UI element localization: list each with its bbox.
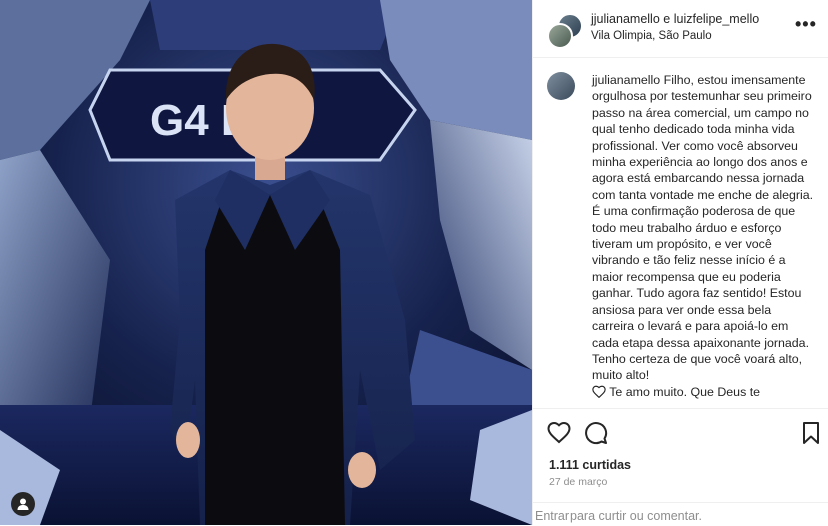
author-joiner: e [663, 12, 671, 26]
tagged-users-button[interactable] [11, 492, 35, 516]
author-link[interactable]: luizfelipe_mello [674, 12, 759, 26]
location-link[interactable]: Vila Olimpia, São Paulo [591, 30, 712, 42]
person-icon [17, 498, 29, 510]
login-link[interactable]: Entrar [535, 509, 569, 523]
likes-count[interactable]: 1.111 curtidas [549, 458, 631, 472]
like-heart-icon[interactable] [547, 421, 571, 445]
caption-area: jjulianamello Filho, estou imensamente o… [533, 58, 828, 408]
author-link[interactable]: jjulianamello [591, 12, 660, 26]
collab-avatars[interactable] [547, 13, 583, 49]
comment-bubble-icon[interactable] [584, 421, 608, 445]
caption-text: jjulianamello Filho, estou imensamente o… [592, 72, 814, 400]
post-header: jjulianamello e luizfelipe_mello Vila Ol… [533, 0, 828, 58]
caption-body: Filho, estou imensamente orgulhosa por t… [592, 73, 814, 383]
avatar[interactable] [547, 72, 575, 100]
heart-emoji-icon [592, 385, 606, 398]
comment-bar: Entrar para curtir ou comentar. [533, 502, 828, 526]
post-authors: jjulianamello e luizfelipe_mello [591, 12, 759, 26]
post-date: 27 de março [549, 476, 608, 488]
more-options-icon[interactable]: ••• [795, 14, 817, 34]
post-photo[interactable]: G4 DAY [0, 0, 532, 525]
avatar [547, 23, 573, 49]
post-sidebar: jjulianamello e luizfelipe_mello Vila Ol… [532, 0, 828, 525]
caption-username[interactable]: jjulianamello [592, 73, 660, 87]
action-bar [533, 408, 828, 459]
caption-last-line: Te amo muito. Que Deus te [609, 384, 761, 399]
comment-prompt: para curtir ou comentar. [570, 509, 703, 523]
photo-illustration: G4 DAY [0, 0, 532, 525]
bookmark-icon[interactable] [799, 421, 823, 445]
